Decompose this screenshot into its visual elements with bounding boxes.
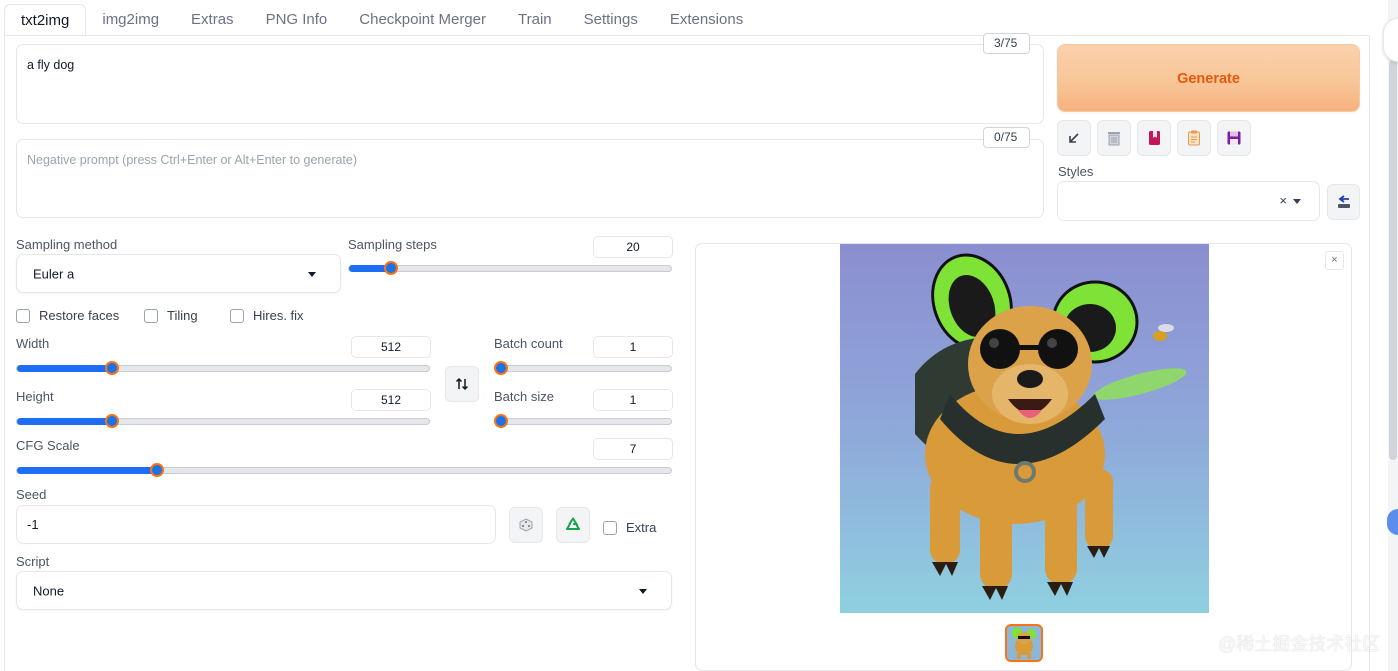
prompt-token-counter: 3/75 <box>983 33 1030 54</box>
page-scrollbar[interactable] <box>1388 0 1398 671</box>
prompt-input[interactable]: a fly dog <box>16 44 1044 124</box>
restore-faces-checkbox[interactable]: Restore faces <box>16 308 119 323</box>
recycle-icon <box>566 517 580 530</box>
cfg-scale-label: CFG Scale <box>16 438 80 453</box>
batch-size-slider[interactable] <box>494 414 672 428</box>
chevron-down-icon <box>308 271 316 277</box>
floating-widget[interactable] <box>1383 18 1398 62</box>
height-label: Height <box>16 389 54 404</box>
seed-input[interactable]: -1 <box>16 505 496 544</box>
cfg-scale-input[interactable]: 7 <box>593 438 673 460</box>
styles-label: Styles <box>1058 164 1094 179</box>
seed-label: Seed <box>16 487 47 502</box>
script-label: Script <box>16 554 50 569</box>
generated-image[interactable] <box>840 244 1209 613</box>
script-value: None <box>33 583 65 598</box>
chevron-down-icon <box>639 588 647 594</box>
floating-action-button[interactable] <box>1387 509 1398 535</box>
clear-prompt-button[interactable] <box>1097 120 1131 156</box>
generate-button[interactable]: Generate <box>1057 44 1360 112</box>
reuse-seed-button[interactable] <box>556 507 590 543</box>
close-icon[interactable]: × <box>1325 251 1344 270</box>
sampling-steps-label: Sampling steps <box>348 237 437 252</box>
apply-style-icon <box>1337 195 1350 208</box>
batch-count-slider[interactable] <box>494 361 672 375</box>
tiling-checkbox[interactable]: Tiling <box>144 308 198 323</box>
tab-extensions[interactable]: Extensions <box>654 4 759 36</box>
tab-txt2img[interactable]: txt2img <box>4 4 87 36</box>
gallery-thumbnail[interactable] <box>1005 624 1043 662</box>
width-label: Width <box>16 336 50 351</box>
swap-arrows-icon <box>455 377 469 391</box>
arrow-down-left-icon <box>1069 133 1079 143</box>
watermark: @稀土掘金技术社区 <box>1218 634 1381 654</box>
chevron-down-icon <box>1293 199 1301 204</box>
read-params-button[interactable] <box>1057 120 1091 156</box>
flying-dog-image <box>840 244 1209 613</box>
thumbnail-image <box>1007 626 1041 660</box>
tab-settings[interactable]: Settings <box>568 4 654 36</box>
dice-icon <box>519 518 533 532</box>
tab-bar: txt2img img2img Extras PNG Info Checkpoi… <box>4 4 759 36</box>
clear-icon[interactable]: × <box>1279 193 1287 208</box>
script-dropdown[interactable]: None <box>16 571 672 610</box>
sampling-steps-slider[interactable] <box>348 261 672 275</box>
width-input[interactable]: 512 <box>351 336 431 358</box>
styles-dropdown[interactable]: × <box>1057 181 1320 221</box>
apply-styles-button[interactable] <box>1327 184 1360 220</box>
cfg-scale-slider[interactable] <box>16 463 672 477</box>
swap-dimensions-button[interactable] <box>445 366 479 402</box>
save-icon <box>1227 131 1241 145</box>
sampling-method-label: Sampling method <box>16 237 118 252</box>
apply-style-clipboard-button[interactable] <box>1177 120 1211 156</box>
extra-seed-checkbox[interactable]: Extra <box>603 520 656 535</box>
negative-prompt-input[interactable]: Negative prompt (press Ctrl+Enter or Alt… <box>16 139 1044 218</box>
hires-fix-checkbox[interactable]: Hires. fix <box>230 308 304 323</box>
batch-size-input[interactable]: 1 <box>593 389 673 411</box>
trash-icon <box>1108 132 1120 146</box>
tab-train[interactable]: Train <box>502 4 568 36</box>
height-input[interactable]: 512 <box>351 389 431 411</box>
clipboard-icon <box>1188 130 1200 146</box>
batch-size-label: Batch size <box>494 389 554 404</box>
negative-prompt-token-counter: 0/75 <box>983 127 1030 148</box>
tab-extras[interactable]: Extras <box>175 4 250 36</box>
tab-png-info[interactable]: PNG Info <box>250 4 344 36</box>
tab-checkpoint-merger[interactable]: Checkpoint Merger <box>343 4 502 36</box>
save-style-button[interactable] <box>1217 120 1251 156</box>
sampling-steps-input[interactable]: 20 <box>593 236 673 258</box>
extra-networks-button[interactable] <box>1137 120 1171 156</box>
batch-count-input[interactable]: 1 <box>593 336 673 358</box>
sampling-method-dropdown[interactable]: Euler a <box>16 254 341 293</box>
bookmark-icon <box>1149 131 1160 145</box>
sampling-method-value: Euler a <box>33 266 75 281</box>
batch-count-label: Batch count <box>494 336 563 351</box>
tab-img2img[interactable]: img2img <box>86 4 175 36</box>
height-slider[interactable] <box>16 414 430 428</box>
random-seed-button[interactable] <box>509 507 543 543</box>
width-slider[interactable] <box>16 361 430 375</box>
